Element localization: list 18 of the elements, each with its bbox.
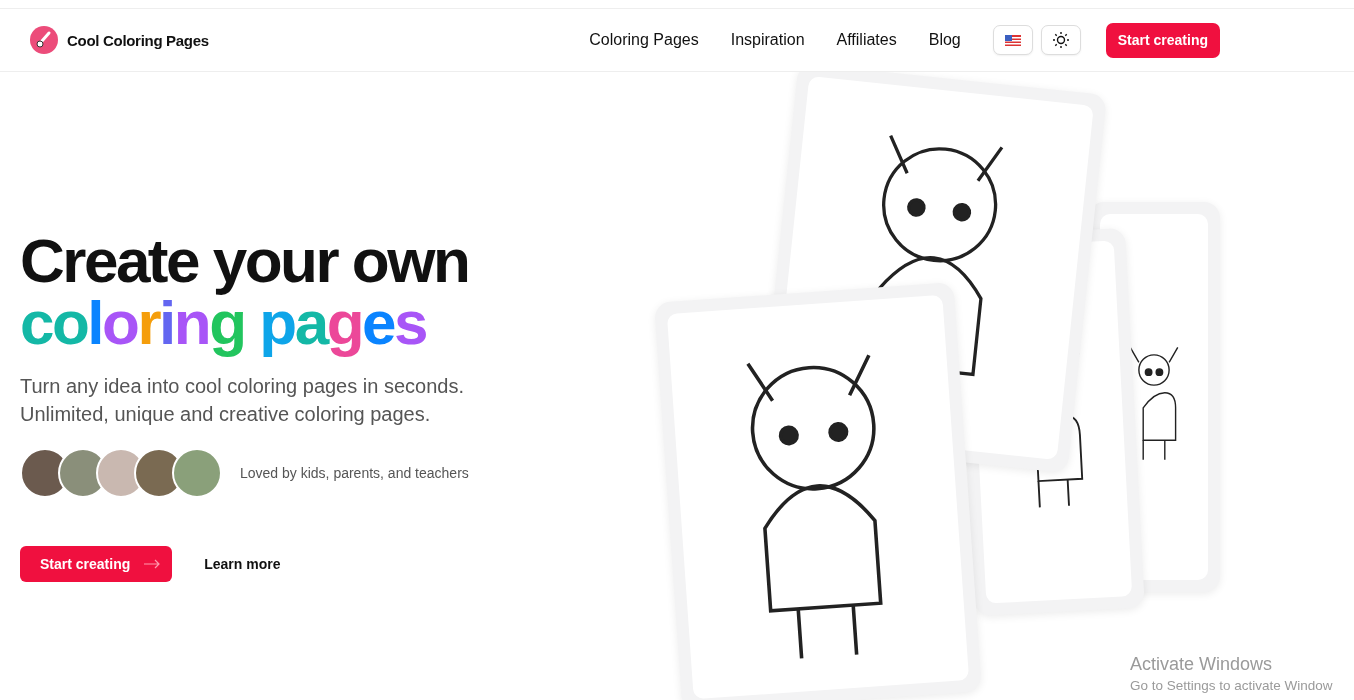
start-creating-button[interactable]: Start creating — [20, 546, 173, 582]
nav-link[interactable]: Affiliates — [836, 31, 897, 49]
nav-link[interactable]: Blog — [928, 31, 961, 49]
learn-more-link[interactable]: Learn more — [204, 556, 281, 572]
arrow-right-icon — [144, 559, 161, 569]
sun-icon — [1051, 31, 1070, 49]
social-proof-text: Loved by kids, parents, and teachers — [240, 465, 469, 481]
language-button[interactable] — [992, 25, 1033, 55]
activation-notice-text: Go to Settings to activate Window — [1130, 678, 1333, 693]
nav-link[interactable]: Coloring Pages — [589, 31, 699, 49]
brand-name: Cool Coloring Pages — [67, 31, 209, 49]
paintbrush-logo-icon — [30, 26, 58, 54]
nav-link[interactable]: Inspiration — [730, 31, 805, 49]
flag-icon — [1004, 34, 1021, 46]
theme-toggle-button[interactable] — [1040, 25, 1081, 55]
subtitle-text: Turn any idea into cool coloring pages in seconds. Unlimited, unique and creative coloring pages. — [20, 374, 464, 427]
activation-notice-title: Activate Windows — [1130, 654, 1273, 675]
start-creating-button[interactable]: Start creating — [1105, 22, 1220, 58]
